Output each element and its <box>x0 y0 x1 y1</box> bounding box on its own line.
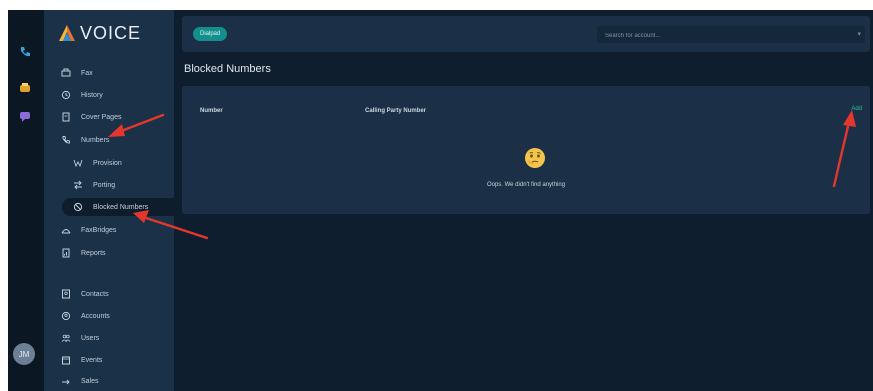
sidebar-item-label: Reports <box>81 249 106 257</box>
phone-icon[interactable] <box>15 42 35 62</box>
column-header-number[interactable]: Number <box>200 108 223 114</box>
sidebar-item-label: Cover Pages <box>81 113 122 121</box>
reports-icon <box>60 248 71 259</box>
sidebar-item-porting[interactable]: Porting <box>72 176 115 194</box>
sidebar-item-label: Numbers <box>81 136 110 144</box>
provision-icon <box>72 158 83 169</box>
events-icon <box>60 355 71 366</box>
sidebar-item-label: Sales <box>81 377 99 385</box>
phone-icon <box>60 135 71 146</box>
sidebar: VOICE Fax History Cover Pages Numbers Pr… <box>44 10 190 391</box>
faxbridge-icon <box>60 225 71 236</box>
dialpad-button[interactable]: Dialpad <box>193 27 228 41</box>
blocked-numbers-table: Number Calling Party Number Add Oops. We… <box>182 86 870 214</box>
top-bar: Dialpad ▾ <box>182 16 870 52</box>
fax-icon <box>60 68 71 79</box>
fax-app-icon[interactable] <box>15 78 35 98</box>
sidebar-item-label: Blocked Numbers <box>93 203 149 211</box>
accounts-icon <box>60 311 71 322</box>
sales-icon <box>60 376 71 387</box>
thinking-face-icon <box>525 148 545 168</box>
users-icon <box>60 333 71 344</box>
sidebar-item-history[interactable]: History <box>60 86 103 104</box>
sidebar-item-users[interactable]: Users <box>60 329 99 347</box>
sidebar-item-label: Porting <box>93 181 116 189</box>
sidebar-item-fax[interactable]: Fax <box>60 64 93 82</box>
porting-icon <box>72 180 83 191</box>
chat-app-icon[interactable] <box>15 106 35 126</box>
sidebar-item-sales[interactable]: Sales <box>60 372 99 390</box>
page-title: Blocked Numbers <box>184 63 271 75</box>
empty-state-message: Oops. We didn't find anything <box>486 182 566 188</box>
sidebar-item-faxbridges[interactable]: FaxBridges <box>60 221 116 239</box>
brand-name: VOICE <box>80 22 142 43</box>
sidebar-item-events[interactable]: Events <box>60 351 102 369</box>
sidebar-item-label: Users <box>81 334 100 342</box>
sidebar-item-label: Provision <box>93 159 122 167</box>
sidebar-item-provision[interactable]: Provision <box>72 154 122 172</box>
brand-logo: VOICE <box>58 22 141 44</box>
sidebar-item-label: FaxBridges <box>81 226 117 234</box>
app-window: JM VOICE Fax History Cover Pages Numbers <box>8 10 873 391</box>
sidebar-item-label: Contacts <box>81 290 109 298</box>
sidebar-item-blocked-numbers[interactable]: Blocked Numbers <box>62 198 190 216</box>
block-icon <box>72 202 83 213</box>
search-input[interactable] <box>597 26 847 45</box>
sidebar-item-reports[interactable]: Reports <box>60 244 106 262</box>
sidebar-item-label: Events <box>81 356 103 364</box>
column-header-calling-party-number[interactable]: Calling Party Number <box>365 108 426 114</box>
contacts-icon <box>60 289 71 300</box>
sidebar-item-label: Accounts <box>81 312 110 320</box>
avatar[interactable]: JM <box>13 343 35 365</box>
sidebar-item-accounts[interactable]: Accounts <box>60 307 110 325</box>
sidebar-item-label: History <box>81 91 103 99</box>
app-rail: JM <box>8 10 44 391</box>
account-search: ▾ <box>597 26 865 45</box>
history-icon <box>60 90 71 101</box>
add-button[interactable]: Add <box>851 106 862 112</box>
sidebar-item-numbers[interactable]: Numbers <box>60 131 109 149</box>
voice-logo-icon <box>59 25 75 41</box>
sidebar-item-contacts[interactable]: Contacts <box>60 285 109 303</box>
document-icon <box>60 112 71 123</box>
chevron-down-icon[interactable]: ▾ <box>857 30 861 38</box>
sidebar-item-cover-pages[interactable]: Cover Pages <box>60 108 121 126</box>
sidebar-item-label: Fax <box>81 69 93 77</box>
